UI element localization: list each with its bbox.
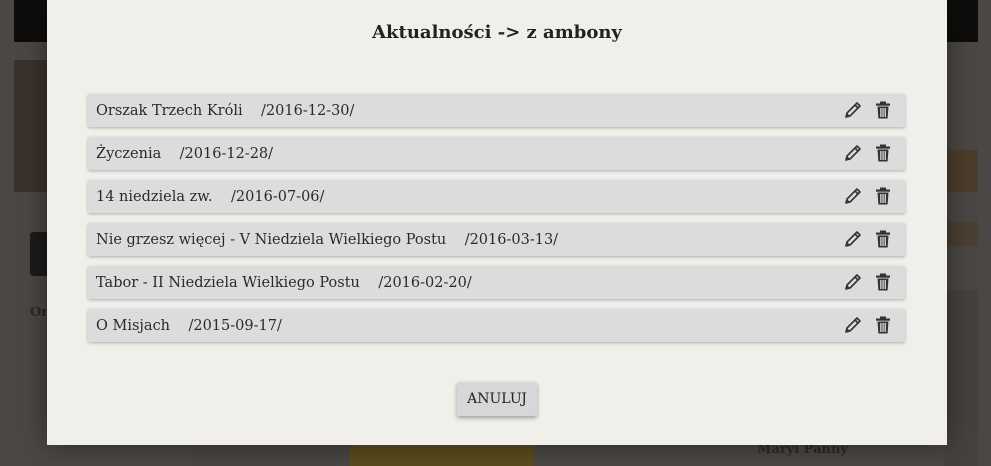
news-list: Orszak Trzech Króli /2016-12-30/ Życzeni… [88,94,905,352]
news-modal-dialog: Aktualności -> z ambony Orszak Trzech Kr… [47,0,947,445]
pencil-icon[interactable] [843,229,863,249]
news-item-text: O Misjach /2015-09-17/ [96,309,282,343]
pencil-icon[interactable] [843,100,863,120]
background-header-image [14,60,47,192]
background-right-bar [944,222,978,246]
pencil-icon[interactable] [843,186,863,206]
background-right-column [944,290,978,466]
news-list-item: Nie grzesz więcej - V Niedziela Wielkieg… [88,223,905,256]
news-list-item: Orszak Trzech Króli /2016-12-30/ [88,94,905,127]
cancel-button[interactable]: ANULUJ [457,382,537,416]
trash-icon[interactable] [873,186,893,206]
pencil-icon[interactable] [843,143,863,163]
news-item-actions [843,272,893,292]
news-item-date: /2016-12-30/ [261,103,355,119]
news-item-title: 14 niedziela zw. [96,189,213,205]
trash-icon[interactable] [873,315,893,335]
news-item-actions [843,143,893,163]
news-item-text: Orszak Trzech Króli /2016-12-30/ [96,94,354,128]
news-item-date: /2016-02-20/ [378,275,472,291]
news-item-actions [843,229,893,249]
news-list-item: Życzenia /2016-12-28/ [88,137,905,170]
news-item-title: Życzenia [96,146,162,162]
trash-icon[interactable] [873,143,893,163]
news-list-item: O Misjach /2015-09-17/ [88,309,905,342]
news-item-actions [843,186,893,206]
background-right-image [944,150,978,192]
trash-icon[interactable] [873,100,893,120]
background-bottom-image-left [190,445,340,466]
news-item-title: Nie grzesz więcej - V Niedziela Wielkieg… [96,232,447,248]
news-item-title: O Misjach [96,318,171,334]
background-left-text: Or [30,305,49,320]
news-item-actions [843,100,893,120]
news-item-actions [843,315,893,335]
news-item-text: Życzenia /2016-12-28/ [96,137,273,171]
news-list-item: 14 niedziela zw. /2016-07-06/ [88,180,905,213]
news-item-date: /2015-09-17/ [188,318,282,334]
background-bottom-image [350,445,533,466]
pencil-icon[interactable] [843,315,863,335]
modal-title: Aktualności -> z ambony [372,22,622,43]
trash-icon[interactable] [873,272,893,292]
news-item-title: Tabor - II Niedziela Wielkiego Postu [96,275,360,291]
news-item-date: /2016-12-28/ [179,146,274,162]
news-item-text: Tabor - II Niedziela Wielkiego Postu /20… [96,266,472,300]
news-item-text: 14 niedziela zw. /2016-07-06/ [96,180,324,214]
news-item-date: /2016-03-13/ [464,232,559,248]
news-item-date: /2016-07-06/ [231,189,325,205]
pencil-icon[interactable] [843,272,863,292]
news-list-item: Tabor - II Niedziela Wielkiego Postu /20… [88,266,905,299]
background-left-button [30,232,47,276]
trash-icon[interactable] [873,229,893,249]
news-item-title: Orszak Trzech Króli [96,103,243,119]
news-item-text: Nie grzesz więcej - V Niedziela Wielkieg… [96,223,558,257]
